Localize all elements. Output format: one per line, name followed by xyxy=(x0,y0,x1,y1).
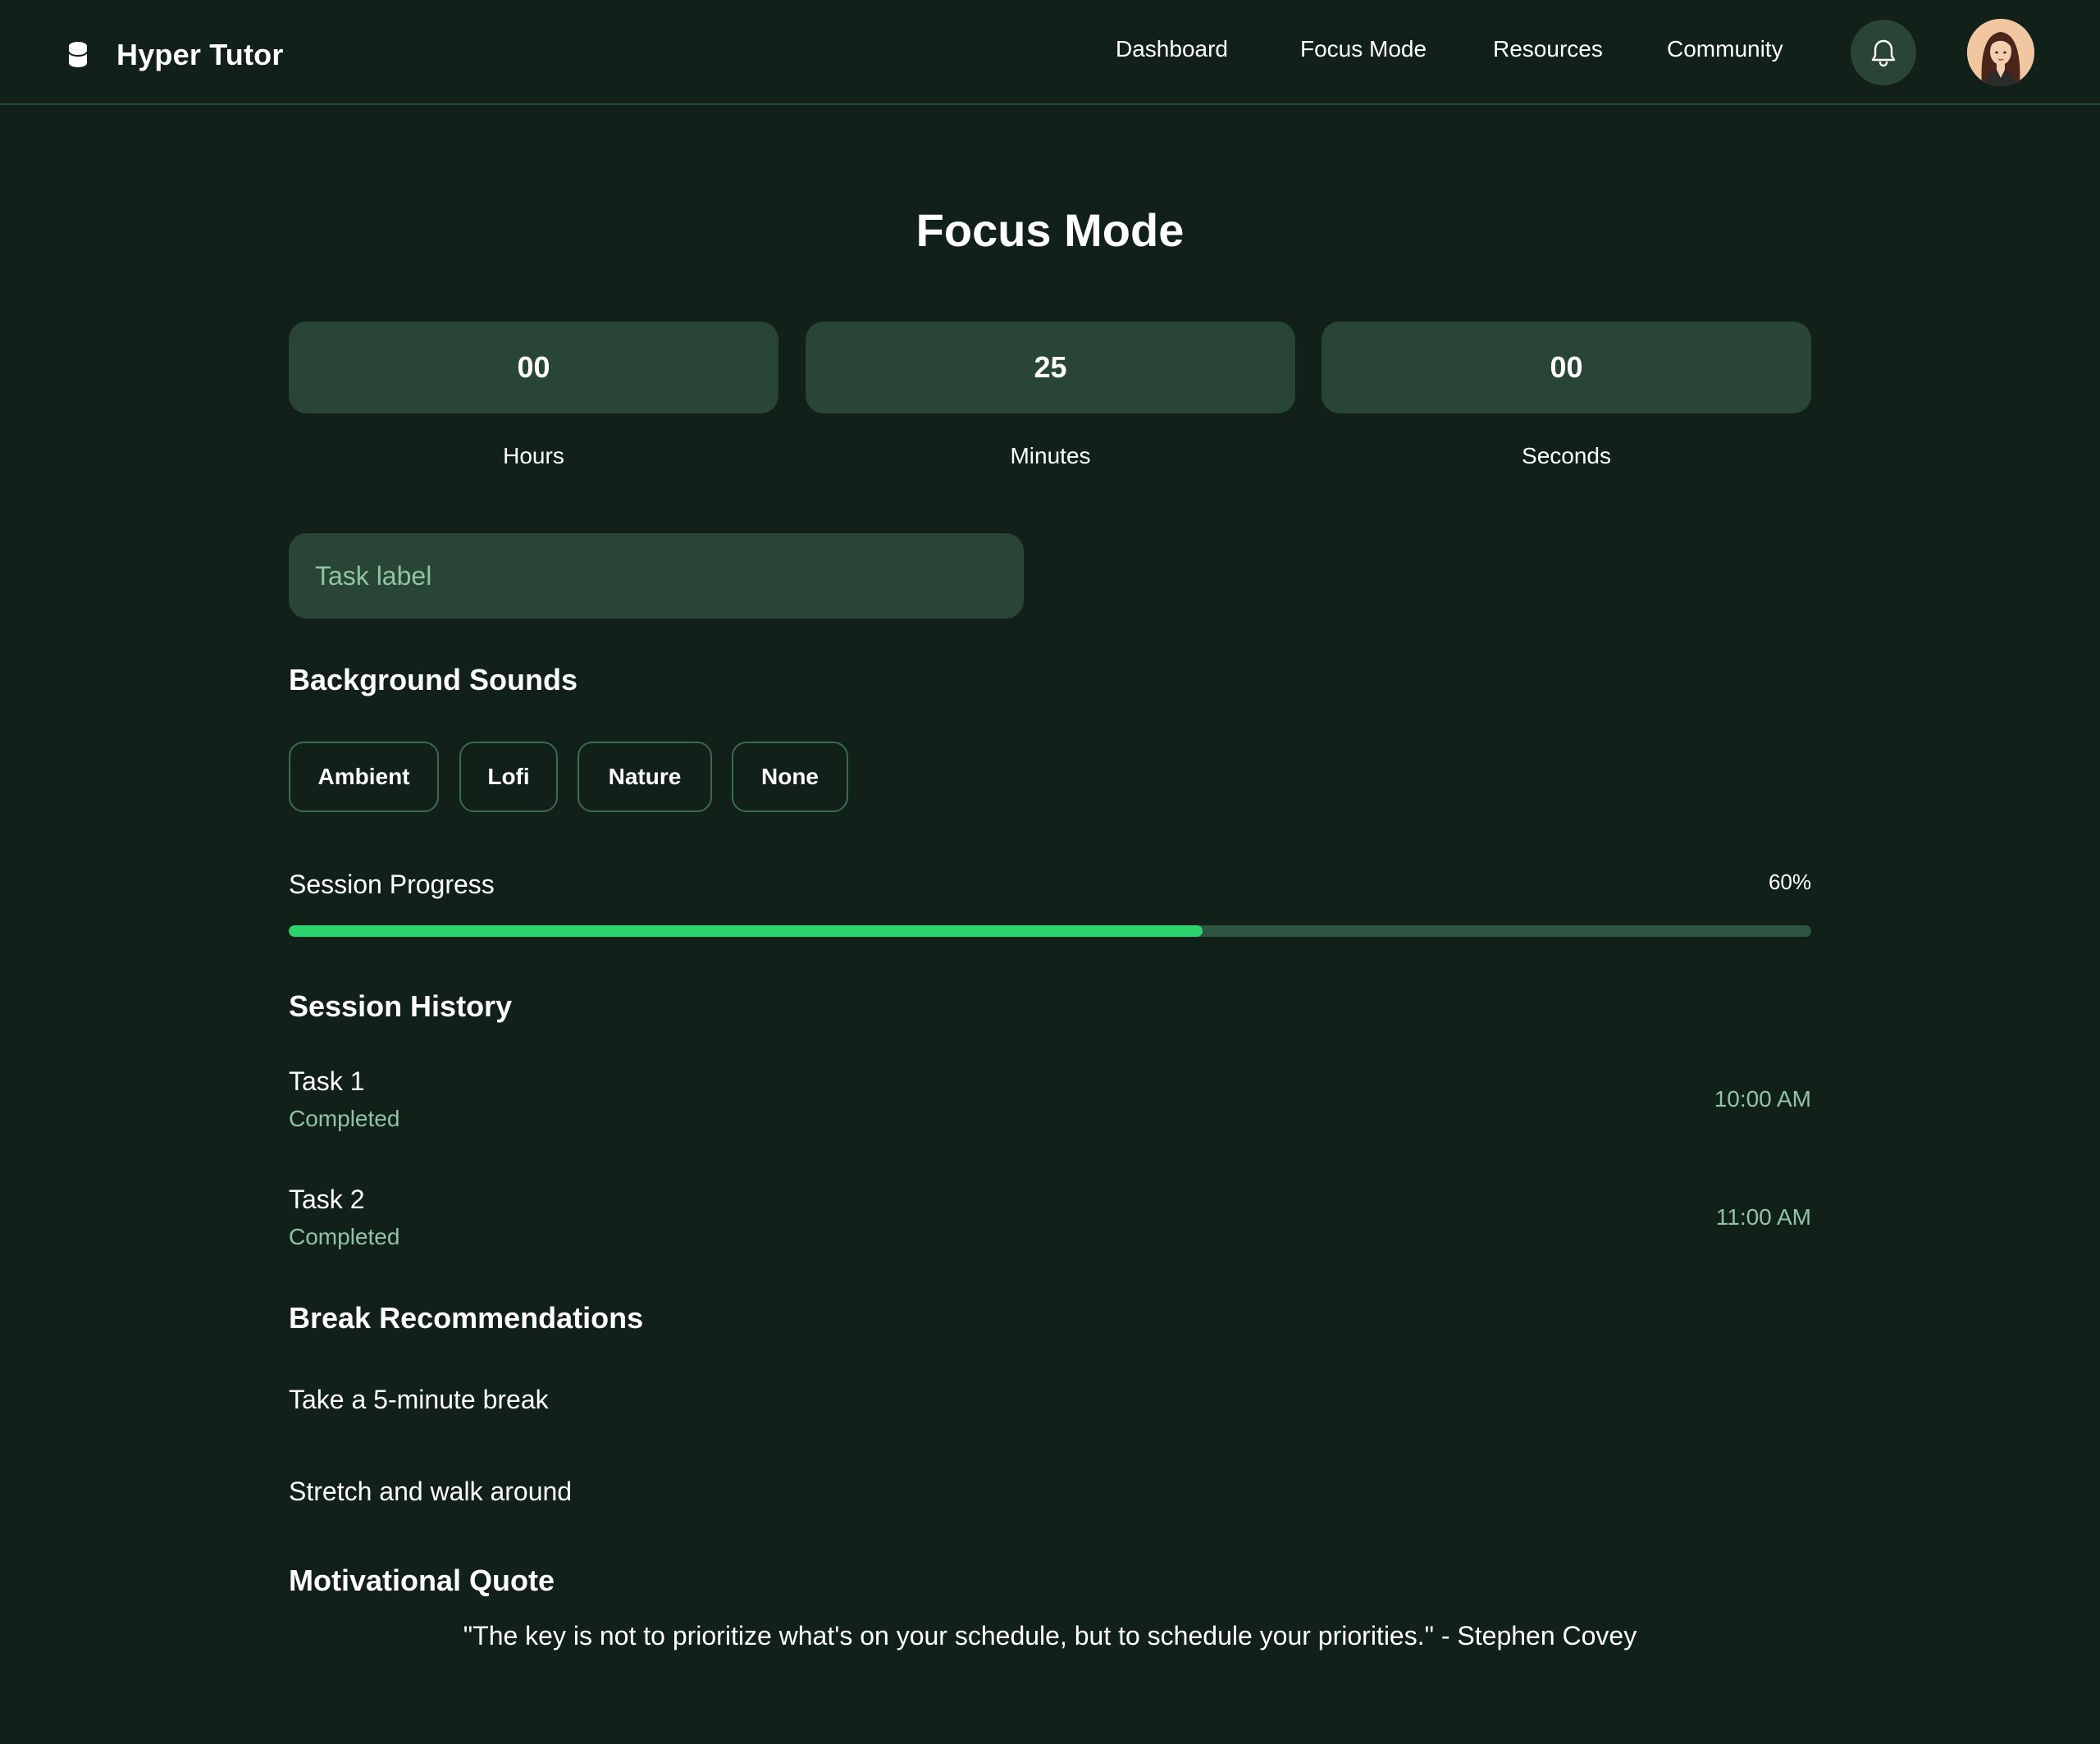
history-task-time: 11:00 AM xyxy=(1715,1204,1811,1230)
hours-display[interactable]: 00 xyxy=(289,322,778,413)
minutes-display[interactable]: 25 xyxy=(806,322,1295,413)
session-history-title: Session History xyxy=(289,989,513,1023)
app-name: Hyper Tutor xyxy=(116,38,284,71)
session-progress-percent: 60% xyxy=(1768,870,1811,894)
history-task-status: Completed xyxy=(289,1224,400,1249)
nav-focus-mode[interactable]: Focus Mode xyxy=(1300,36,1427,62)
nav-dashboard[interactable]: Dashboard xyxy=(1116,36,1228,62)
avatar-portrait-icon xyxy=(1967,19,2034,86)
sound-nature-button[interactable]: Nature xyxy=(578,742,712,812)
task-label-input[interactable] xyxy=(289,533,1024,619)
seconds-display[interactable]: 00 xyxy=(1322,322,1811,413)
history-task-name: Task 2 xyxy=(289,1185,365,1214)
bell-icon xyxy=(1871,39,1896,67)
user-avatar[interactable] xyxy=(1967,19,2034,86)
app-logo[interactable]: Hyper Tutor xyxy=(66,38,284,72)
minutes-label: Minutes xyxy=(1010,443,1091,468)
database-icon xyxy=(68,42,88,67)
nav-resources[interactable]: Resources xyxy=(1493,36,1603,62)
session-progress-fill xyxy=(289,925,1203,937)
session-progress-bar xyxy=(289,925,1811,937)
motivational-quote-title: Motivational Quote xyxy=(289,1564,555,1597)
background-sounds-title: Background Sounds xyxy=(289,663,578,696)
break-recommendation-item: Take a 5-minute break xyxy=(289,1385,549,1414)
session-progress-label: Session Progress xyxy=(289,870,495,899)
notifications-button[interactable] xyxy=(1851,20,1916,85)
history-task-status: Completed xyxy=(289,1106,400,1131)
hours-label: Hours xyxy=(503,443,564,468)
history-task-name: Task 1 xyxy=(289,1066,365,1096)
sound-ambient-button[interactable]: Ambient xyxy=(289,742,439,812)
nav-community[interactable]: Community xyxy=(1667,36,1783,62)
break-recommendation-item: Stretch and walk around xyxy=(289,1477,573,1506)
page-title: Focus Mode xyxy=(915,204,1185,256)
seconds-label: Seconds xyxy=(1522,443,1611,468)
motivational-quote-text: "The key is not to prioritize what's on … xyxy=(463,1621,1637,1650)
break-recommendations-title: Break Recommendations xyxy=(289,1301,644,1335)
sound-none-button[interactable]: None xyxy=(732,742,848,812)
history-task-time: 10:00 AM xyxy=(1714,1086,1811,1112)
top-navbar: Hyper Tutor Dashboard Focus Mode Resourc… xyxy=(0,0,2100,105)
sound-lofi-button[interactable]: Lofi xyxy=(459,742,558,812)
